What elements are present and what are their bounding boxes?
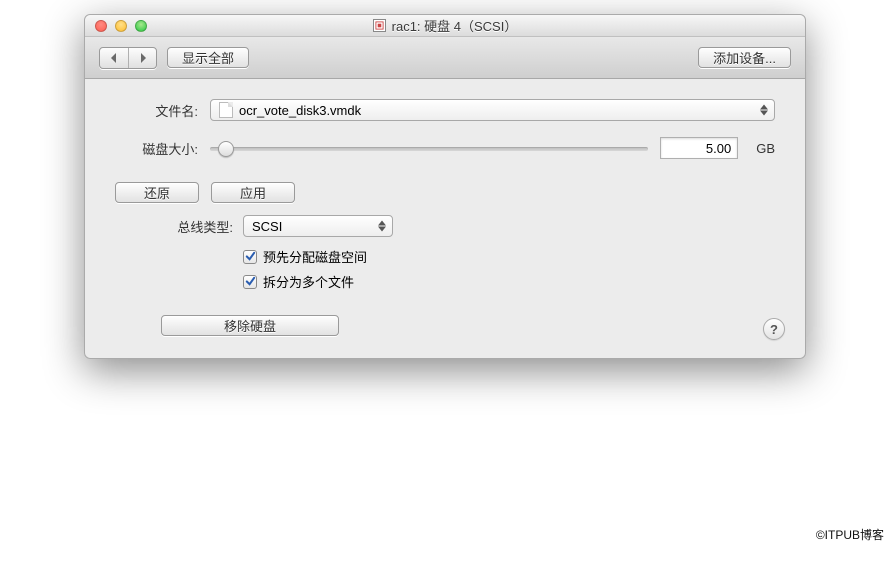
remove-disk-button[interactable]: 移除硬盘	[161, 315, 339, 336]
toolbar: 显示全部 添加设备...	[85, 37, 805, 79]
disksize-unit: GB	[756, 141, 775, 156]
bus-type-select[interactable]: SCSI	[243, 215, 393, 237]
nav-segmented	[99, 47, 157, 69]
disksize-slider[interactable]	[210, 138, 648, 158]
bus-type-label: 总线类型:	[115, 217, 243, 236]
chevron-updown-icon	[760, 105, 768, 116]
titlebar: rac1: 硬盘 4（SCSI）	[85, 15, 805, 37]
zoom-icon[interactable]	[135, 20, 147, 32]
show-all-button[interactable]: 显示全部	[167, 47, 249, 68]
filename-label: 文件名:	[115, 101, 210, 120]
bus-type-row: 总线类型: SCSI	[115, 215, 775, 237]
back-button[interactable]	[100, 48, 128, 68]
filename-select[interactable]: ocr_vote_disk3.vmdk	[210, 99, 775, 121]
disksize-input[interactable]	[660, 137, 738, 159]
file-icon	[219, 102, 233, 118]
slider-thumb[interactable]	[218, 138, 234, 160]
add-device-button[interactable]: 添加设备...	[698, 47, 791, 68]
chevron-updown-icon	[378, 221, 386, 232]
watermark: ©ITPUB博客	[816, 526, 884, 543]
bus-type-value: SCSI	[252, 219, 282, 234]
disksize-row: 磁盘大小: GB	[115, 137, 775, 159]
help-button[interactable]: ?	[763, 318, 785, 340]
window-title-text: rac1: 硬盘 4（SCSI）	[392, 16, 518, 35]
forward-button[interactable]	[128, 48, 156, 68]
split-files-label: 拆分为多个文件	[263, 272, 354, 291]
content-area: 文件名: ocr_vote_disk3.vmdk 磁盘大小: GB	[85, 79, 805, 358]
preallocate-label: 预先分配磁盘空间	[263, 247, 367, 266]
settings-window: rac1: 硬盘 4（SCSI） 显示全部 添加设备... 文件名: ocr_v…	[84, 14, 806, 359]
revert-button[interactable]: 还原	[115, 182, 199, 203]
traffic-lights	[85, 20, 147, 32]
minimize-icon[interactable]	[115, 20, 127, 32]
close-icon[interactable]	[95, 20, 107, 32]
filename-row: 文件名: ocr_vote_disk3.vmdk	[115, 99, 775, 121]
apply-button[interactable]: 应用	[211, 182, 295, 203]
disksize-label: 磁盘大小:	[115, 139, 210, 158]
preallocate-checkbox[interactable]	[243, 250, 257, 264]
split-files-row: 拆分为多个文件	[243, 272, 775, 291]
split-files-checkbox[interactable]	[243, 275, 257, 289]
window-title: rac1: 硬盘 4（SCSI）	[85, 16, 805, 35]
vm-icon	[373, 19, 386, 32]
filename-value: ocr_vote_disk3.vmdk	[239, 103, 361, 118]
advanced-buttons: 还原 应用	[115, 182, 775, 203]
preallocate-row: 预先分配磁盘空间	[243, 247, 775, 266]
